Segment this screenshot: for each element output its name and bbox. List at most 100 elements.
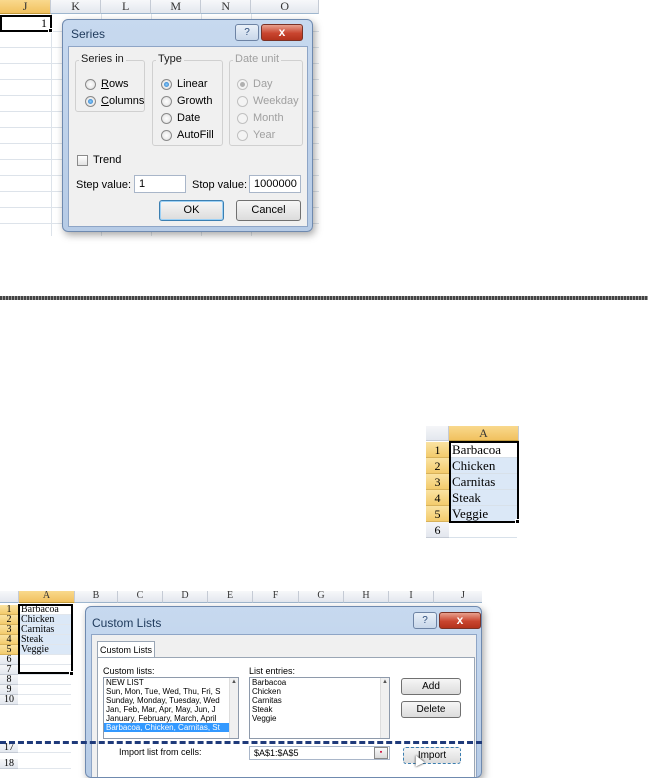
row-header[interactable]: 3: [426, 474, 449, 490]
radio-button[interactable]: [161, 112, 172, 124]
radio-year[interactable]: Year: [237, 128, 275, 142]
radio-button[interactable]: [85, 78, 96, 90]
column-header[interactable]: A: [449, 426, 519, 441]
select-all-corner[interactable]: [426, 426, 449, 441]
close-button[interactable]: x: [261, 24, 303, 41]
dialog-title: Custom Lists: [92, 616, 162, 630]
delete-button[interactable]: Delete: [401, 701, 461, 718]
step-value-input[interactable]: 1: [134, 175, 186, 193]
row-header[interactable]: 1: [426, 442, 449, 458]
row-header[interactable]: 10: [0, 695, 18, 705]
column-header[interactable]: N: [201, 0, 252, 14]
radio-rows[interactable]: Rows: [85, 77, 129, 91]
column-header[interactable]: K: [51, 0, 102, 14]
cell[interactable]: [18, 695, 71, 705]
small-table: A 1 Barbacoa 2 Chicken 3 Carnitas 4 Steak 5V…: [426, 426, 527, 542]
radio-label: Weekday: [253, 95, 299, 107]
scroll-up-icon[interactable]: ▲: [381, 678, 389, 687]
radio-button[interactable]: [237, 129, 248, 141]
radio-button[interactable]: [237, 112, 248, 124]
ok-button[interactable]: OK: [159, 200, 224, 221]
row-header[interactable]: 18: [0, 759, 18, 769]
add-button[interactable]: Add: [401, 678, 461, 695]
column-header[interactable]: O: [251, 0, 320, 14]
radio-button[interactable]: [161, 129, 172, 141]
custom-lists-dialog: Custom Lists ? x Custom Lists Custom lis…: [85, 606, 482, 778]
type-label: Type: [156, 53, 184, 65]
row-header[interactable]: 17: [0, 743, 18, 753]
list-item[interactable]: Sunday, Monday, Tuesday, Wed: [104, 696, 238, 705]
list-entries-box[interactable]: Barbacoa Chicken Carnitas Steak Veggie ▲: [249, 677, 390, 739]
dialog-body: Custom Lists Custom lists: NEW LIST Sun,…: [91, 634, 477, 777]
active-cell[interactable]: 1: [0, 15, 52, 32]
fill-handle[interactable]: [48, 28, 53, 33]
cell[interactable]: [18, 675, 71, 685]
close-button[interactable]: x: [439, 612, 481, 629]
radio-button[interactable]: [161, 78, 172, 90]
radio-button[interactable]: [237, 95, 248, 107]
scrollbar[interactable]: ▲: [229, 678, 238, 738]
column-header[interactable]: F: [253, 591, 299, 603]
select-all-corner[interactable]: [0, 591, 19, 603]
list-item[interactable]: Sun, Mon, Tue, Wed, Thu, Fri, S: [104, 687, 238, 696]
column-header[interactable]: E: [208, 591, 253, 603]
radio-button[interactable]: [237, 78, 248, 90]
custom-lists-listbox[interactable]: NEW LIST Sun, Mon, Tue, Wed, Thu, Fri, S…: [103, 677, 239, 739]
radio-month[interactable]: Month: [237, 111, 284, 125]
column-header[interactable]: M: [151, 0, 202, 14]
cell[interactable]: [18, 743, 71, 753]
trend-checkbox-row[interactable]: Trend: [77, 153, 121, 167]
cell[interactable]: [18, 759, 71, 769]
import-from-label: Import list from cells:: [119, 747, 202, 757]
row-header[interactable]: 6: [426, 522, 449, 538]
scrollbar[interactable]: ▲: [380, 678, 389, 738]
list-item[interactable]: Barbacoa, Chicken, Carnitas, St: [104, 723, 238, 732]
list-item[interactable]: NEW LIST: [104, 678, 238, 687]
list-item[interactable]: Jan, Feb, Mar, Apr, May, Jun, J: [104, 705, 238, 714]
radio-label: Date: [177, 112, 201, 124]
column-header[interactable]: A: [19, 591, 75, 603]
tab-custom-lists[interactable]: Custom Lists: [97, 641, 155, 658]
list-item[interactable]: January, February, March, April: [104, 714, 238, 723]
radio-linear[interactable]: Linear: [161, 77, 208, 91]
column-header[interactable]: J: [0, 0, 52, 14]
column-header[interactable]: I: [389, 591, 434, 603]
scroll-up-icon[interactable]: ▲: [230, 678, 238, 687]
radio-button[interactable]: [161, 95, 172, 107]
column-header[interactable]: L: [101, 0, 152, 14]
column-header[interactable]: G: [299, 591, 344, 603]
radio-growth[interactable]: Growth: [161, 94, 212, 108]
row-header[interactable]: 2: [426, 458, 449, 474]
fill-handle[interactable]: [515, 519, 520, 524]
row-header[interactable]: 4: [426, 490, 449, 506]
cancel-button[interactable]: Cancel: [236, 200, 301, 221]
row-header[interactable]: 5: [426, 506, 449, 522]
import-range-input[interactable]: $A$1:$A$5: [249, 746, 390, 760]
column-header[interactable]: J: [434, 591, 482, 603]
help-button[interactable]: ?: [413, 612, 437, 629]
column-header[interactable]: C: [118, 591, 163, 603]
radio-date[interactable]: Date: [161, 111, 200, 125]
column-header[interactable]: H: [344, 591, 389, 603]
split-indicator: [0, 741, 482, 744]
radio-columns[interactable]: Columns: [85, 94, 144, 108]
list-entry: Carnitas: [252, 696, 282, 705]
help-button[interactable]: ?: [235, 24, 259, 41]
list-entries-label: List entries:: [249, 666, 296, 676]
radio-day[interactable]: Day: [237, 77, 273, 91]
collapse-dialog-icon[interactable]: ▪: [374, 747, 388, 759]
column-header[interactable]: B: [75, 591, 118, 603]
stop-value-input[interactable]: 1000000: [249, 175, 301, 193]
radio-label: Year: [253, 129, 276, 141]
trend-checkbox[interactable]: [77, 154, 88, 166]
top-column-headers: J K L M N O: [0, 0, 320, 14]
radio-weekday[interactable]: Weekday: [237, 94, 299, 108]
cell[interactable]: [18, 685, 71, 695]
column-header[interactable]: D: [163, 591, 208, 603]
import-button[interactable]: Import: [403, 747, 461, 764]
radio-autofill[interactable]: AutoFill: [161, 128, 214, 142]
radio-button[interactable]: [85, 95, 96, 107]
fill-handle[interactable]: [69, 671, 74, 676]
radio-label: Columns: [101, 95, 145, 107]
cell[interactable]: [449, 522, 517, 538]
